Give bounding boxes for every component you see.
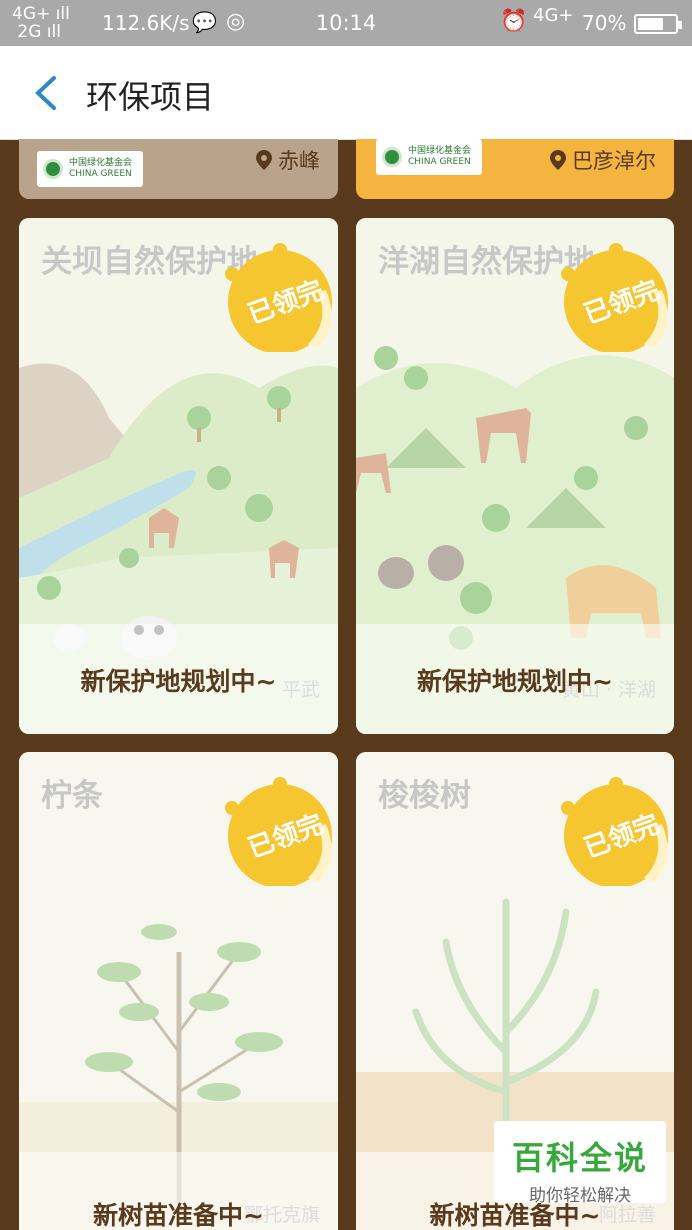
status-text: 新保护地规划中~ <box>417 667 613 696</box>
location-pin-icon <box>256 150 272 170</box>
page-title: 环保项目 <box>86 78 215 116</box>
project-card[interactable]: 关坝自然保护地 已领完 平武 新保护地规划中~ <box>19 218 338 734</box>
project-name: 柠条 <box>41 778 103 814</box>
status-text: 新保护地规划中~ <box>80 667 277 696</box>
alarm-icon: ⏰ <box>500 9 528 34</box>
status-text: 新树苗准备中~ <box>93 1201 264 1230</box>
location-label: 巴彦淖尔 <box>550 145 656 175</box>
battery-percent: 70% <box>582 11 627 35</box>
status-bar: 4G+ ıll 2G ıll 112.6K/s 💬 ◎ 10:14 ⏰ 4G+ … <box>0 0 692 46</box>
project-card-partial[interactable]: 中国绿化基金会 CHINA GREEN 赤峰 <box>19 139 338 199</box>
project-card-partial[interactable]: 中国绿化基金会 CHINA GREEN 巴彦淖尔 <box>356 139 674 199</box>
project-name: 梭梭树 <box>378 778 471 814</box>
network-indicator-2: 4G+ <box>533 5 574 26</box>
foundation-logo: 中国绿化基金会 CHINA GREEN <box>37 151 143 187</box>
watermark-title: 百科全说 <box>511 1139 648 1177</box>
title-bar: 环保项目 <box>0 46 692 140</box>
battery-icon <box>634 14 682 34</box>
back-button[interactable] <box>24 66 72 120</box>
location-label: 赤峰 <box>256 145 320 175</box>
project-card[interactable]: 洋湖自然保护地 已领完 黄山 · 洋湖 新保护地规划中~ <box>356 218 674 734</box>
watermark-logo: 百科全说 助你轻松解决 <box>494 1121 666 1206</box>
location-pin-icon <box>550 150 566 170</box>
foundation-logo: 中国绿化基金会 CHINA GREEN <box>376 139 482 175</box>
watermark-subtitle: 助你轻松解决 <box>529 1186 631 1206</box>
project-card[interactable]: 柠条 已领完 鄂托克旗 新树苗准备中~ <box>19 752 338 1230</box>
chevron-left-icon <box>35 76 56 110</box>
